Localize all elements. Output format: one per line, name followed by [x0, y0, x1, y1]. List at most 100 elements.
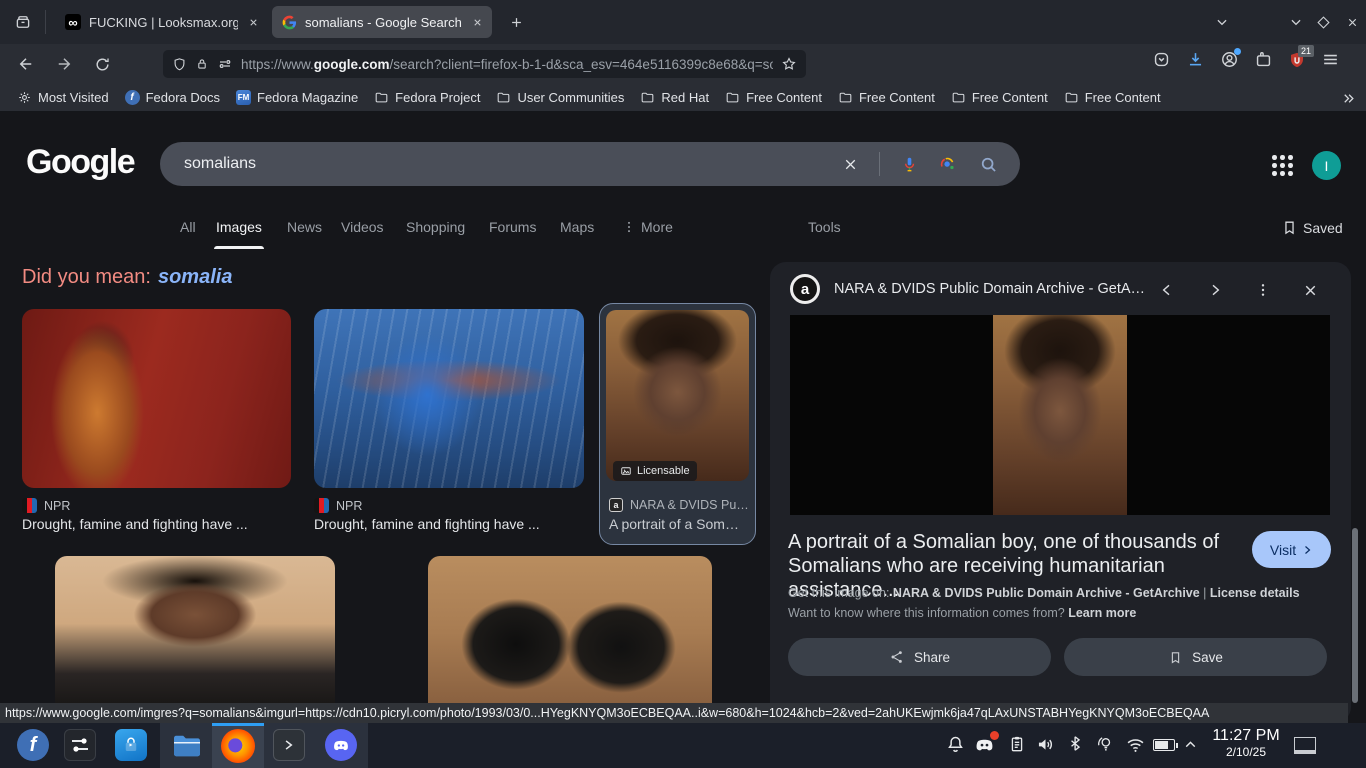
- shield-check-icon[interactable]: [1152, 50, 1171, 69]
- tab-close-icon[interactable]: [472, 17, 483, 28]
- window-maximize-button[interactable]: [1313, 12, 1333, 32]
- clear-search-icon[interactable]: [831, 156, 869, 173]
- bookmark-most-visited[interactable]: Most Visited: [10, 87, 116, 108]
- menu-hamburger-icon[interactable]: [1321, 50, 1340, 69]
- reload-icon[interactable]: [90, 52, 114, 76]
- google-favicon: [281, 14, 297, 30]
- clipboard-icon[interactable]: [1007, 734, 1027, 754]
- window-minimize-button[interactable]: [1286, 12, 1306, 32]
- notifications-bell-icon[interactable]: [945, 734, 966, 755]
- google-apps-grid-icon[interactable]: [1272, 155, 1293, 176]
- voice-search-icon[interactable]: [890, 155, 928, 174]
- google-logo[interactable]: Google: [26, 143, 134, 182]
- search-submit-icon[interactable]: [966, 154, 1010, 175]
- files-icon[interactable]: [170, 730, 202, 762]
- ublock-origin-icon[interactable]: 21: [1288, 51, 1306, 69]
- lock-icon[interactable]: [195, 57, 209, 71]
- saved-button[interactable]: Saved: [1281, 219, 1343, 236]
- fedora-menu-icon[interactable]: f: [17, 729, 49, 761]
- previous-image-chevron-icon[interactable]: [1156, 279, 1178, 301]
- result-title-1[interactable]: Drought, famine and fighting have ...: [22, 516, 248, 532]
- panel-scrollbar[interactable]: [1352, 528, 1358, 703]
- preview-image[interactable]: [993, 315, 1127, 515]
- volume-icon[interactable]: [1035, 734, 1056, 755]
- browser-tab-looksmax[interactable]: ∞ FUCKING | Looksmax.org: [56, 6, 268, 38]
- bluetooth-icon[interactable]: [1066, 734, 1085, 753]
- tab-all[interactable]: All: [180, 219, 196, 235]
- window-close-button[interactable]: [1342, 12, 1362, 32]
- discord-icon[interactable]: [325, 729, 357, 761]
- preview-more-options-icon[interactable]: [1252, 279, 1274, 301]
- google-lens-icon[interactable]: [928, 155, 966, 174]
- new-tab-button[interactable]: [505, 11, 527, 33]
- bookmark-fedora-docs[interactable]: f Fedora Docs: [118, 87, 227, 108]
- getarchive-logo[interactable]: a: [790, 274, 820, 304]
- tab-close-icon[interactable]: [248, 17, 259, 28]
- bookmark-folder-free-content-2[interactable]: Free Content: [831, 87, 942, 108]
- extensions-icon[interactable]: [1254, 50, 1273, 69]
- search-box[interactable]: somalians: [160, 142, 1020, 186]
- bookmark-folder-free-content-1[interactable]: Free Content: [718, 87, 829, 108]
- result-image-4[interactable]: [55, 556, 335, 703]
- tab-images[interactable]: Images: [216, 219, 262, 235]
- bookmark-folder-fedora-project[interactable]: Fedora Project: [367, 87, 487, 108]
- bookmark-folder-free-content-4[interactable]: Free Content: [1057, 87, 1168, 108]
- result-image-1[interactable]: [22, 309, 291, 488]
- account-icon[interactable]: [1220, 50, 1239, 69]
- permissions-icon[interactable]: [217, 56, 233, 72]
- did-you-mean-link[interactable]: somalia: [158, 266, 232, 288]
- discord-tray-icon[interactable]: [973, 733, 996, 756]
- active-tab-underline: [214, 246, 264, 249]
- result-source-1[interactable]: NPR: [22, 498, 70, 513]
- tab-more[interactable]: More: [622, 219, 673, 235]
- downloads-icon[interactable]: [1186, 50, 1205, 69]
- license-details-link[interactable]: License details: [1210, 586, 1300, 600]
- battery-icon[interactable]: [1153, 739, 1175, 751]
- learn-more-link[interactable]: Learn more: [1068, 606, 1136, 620]
- preview-source-link[interactable]: NARA & DVIDS Public Domain Archive - Get…: [893, 586, 1200, 600]
- tab-videos[interactable]: Videos: [341, 219, 384, 235]
- tools-button[interactable]: Tools: [808, 219, 841, 235]
- save-button[interactable]: Save: [1064, 638, 1327, 676]
- wifi-icon[interactable]: [1125, 734, 1146, 755]
- tab-maps[interactable]: Maps: [560, 219, 594, 235]
- browser-tab-google-search[interactable]: somalians - Google Search: [272, 6, 492, 38]
- next-image-chevron-icon[interactable]: [1204, 279, 1226, 301]
- preview-source-title[interactable]: NARA & DVIDS Public Domain Archive - Get…: [834, 281, 1145, 297]
- avatar[interactable]: I: [1312, 151, 1341, 180]
- bookmark-folder-red-hat[interactable]: Red Hat: [633, 87, 716, 108]
- visit-button[interactable]: Visit: [1252, 531, 1331, 568]
- result-image-2[interactable]: [314, 309, 584, 488]
- result-title-3[interactable]: A portrait of a Som…: [609, 516, 739, 532]
- share-button[interactable]: Share: [788, 638, 1051, 676]
- taskbar-clock[interactable]: 11:27 PM 2/10/25: [1204, 727, 1288, 759]
- tab-news[interactable]: News: [287, 219, 322, 235]
- software-store-icon[interactable]: [115, 729, 147, 761]
- show-desktop-button[interactable]: [1294, 737, 1316, 754]
- back-icon[interactable]: [14, 52, 38, 76]
- result-image-3[interactable]: [606, 310, 749, 481]
- list-all-tabs-icon[interactable]: [1212, 12, 1232, 32]
- bookmark-star-icon[interactable]: [781, 56, 797, 72]
- search-input[interactable]: somalians: [184, 155, 831, 173]
- terminal-icon[interactable]: [273, 729, 305, 761]
- result-title-2[interactable]: Drought, famine and fighting have ...: [314, 516, 540, 532]
- result-image-5[interactable]: [428, 556, 712, 703]
- forward-icon[interactable]: [52, 52, 76, 76]
- firefox-view-icon[interactable]: [12, 11, 34, 33]
- tray-expand-chevron-icon[interactable]: [1182, 736, 1199, 753]
- settings-tweaks-icon[interactable]: [64, 729, 96, 761]
- bookmark-folder-user-communities[interactable]: User Communities: [489, 87, 631, 108]
- firefox-icon[interactable]: [221, 729, 255, 763]
- bookmark-folder-free-content-3[interactable]: Free Content: [944, 87, 1055, 108]
- tracking-protection-shield-icon[interactable]: [172, 57, 187, 72]
- result-source-3[interactable]: a NARA & DVIDS Pu…: [609, 498, 749, 512]
- preview-close-icon[interactable]: [1299, 279, 1321, 301]
- tab-forums[interactable]: Forums: [489, 219, 536, 235]
- tab-shopping[interactable]: Shopping: [406, 219, 465, 235]
- bookmarks-overflow-chevron-icon[interactable]: [1337, 88, 1359, 108]
- bookmark-fedora-magazine[interactable]: FM Fedora Magazine: [229, 87, 365, 108]
- url-bar[interactable]: https://www.google.com/search?client=fir…: [163, 50, 806, 78]
- result-source-2[interactable]: NPR: [314, 498, 362, 513]
- night-light-icon[interactable]: [1095, 734, 1115, 754]
